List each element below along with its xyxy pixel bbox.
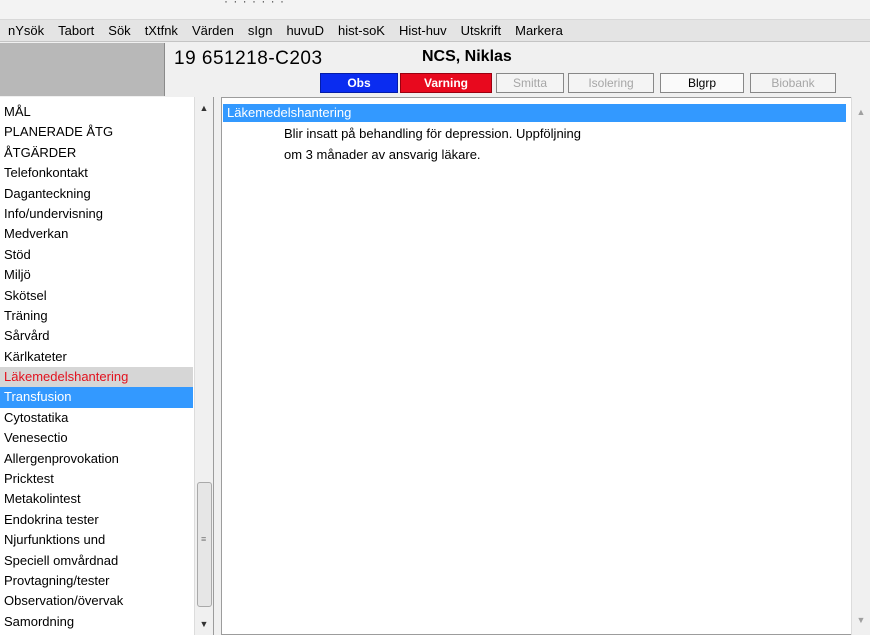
keyword-item-skotsel[interactable]: Skötsel: [0, 286, 193, 306]
keyword-item-karlkateter[interactable]: Kärlkateter: [0, 347, 193, 367]
menu-utskrift[interactable]: Utskrift: [461, 20, 501, 42]
keyword-sidebar: MÅL PLANERADE ÅTG ÅTGÄRDER Telefonkontak…: [0, 97, 214, 635]
journal-content-pane[interactable]: Läkemedelshantering Blir insatt på behan…: [221, 97, 851, 635]
keyword-item-telefonkontakt[interactable]: Telefonkontakt: [0, 163, 193, 183]
patient-id: 19 651218-C203: [174, 48, 323, 69]
keyword-item-samordning[interactable]: Samordning: [0, 612, 193, 632]
menu-sign[interactable]: sIgn: [248, 20, 273, 42]
content-scrollbar[interactable]: ▲ ▼: [851, 97, 870, 635]
scroll-down-arrow-icon[interactable]: ▼: [852, 611, 870, 629]
scroll-up-arrow-icon[interactable]: ▲: [852, 103, 870, 121]
keyword-item-stod[interactable]: Stöd: [0, 245, 193, 265]
keyword-item-metakolintest[interactable]: Metakolintest: [0, 489, 193, 509]
keyword-item-venesectio[interactable]: Venesectio: [0, 428, 193, 448]
menu-markera[interactable]: Markera: [515, 20, 563, 42]
patient-header-left-panel: [0, 43, 165, 96]
obs-button[interactable]: Obs: [320, 73, 398, 93]
menu-tabort[interactable]: Tabort: [58, 20, 94, 42]
keyword-item-traning[interactable]: Träning: [0, 306, 193, 326]
keyword-item-cytostatika[interactable]: Cytostatika: [0, 408, 193, 428]
isolering-button[interactable]: Isolering: [568, 73, 654, 93]
keyword-item-planerade-atg[interactable]: PLANERADE ÅTG: [0, 122, 193, 142]
content-text-line: Blir insatt på behandling för depression…: [284, 126, 582, 141]
sidebar-scrollbar[interactable]: ▲ ≡ ▼: [194, 97, 213, 635]
keyword-item-miljo[interactable]: Miljö: [0, 265, 193, 285]
keyword-item-speciell-omvardnad[interactable]: Speciell omvårdnad: [0, 551, 193, 571]
keyword-item-medverkan[interactable]: Medverkan: [0, 224, 193, 244]
menu-hist-huv[interactable]: Hist-huv: [399, 20, 447, 42]
menu-txtfnk[interactable]: tXtfnk: [145, 20, 178, 42]
sidebar-scroll-thumb[interactable]: ≡: [197, 482, 212, 607]
content-section-header[interactable]: Läkemedelshantering: [223, 104, 846, 122]
scroll-grip-icon: ≡: [201, 534, 207, 544]
keyword-item-allergenprovokation[interactable]: Allergenprovokation: [0, 449, 193, 469]
biobank-button[interactable]: Biobank: [750, 73, 836, 93]
keyword-item-observation-overvak[interactable]: Observation/övervak: [0, 591, 193, 611]
pane-splitter[interactable]: [214, 97, 221, 635]
keyword-item-sarvard[interactable]: Sårvård: [0, 326, 193, 346]
keyword-item-transfusion[interactable]: Transfusion: [0, 387, 193, 408]
menu-varden[interactable]: Värden: [192, 20, 234, 42]
menu-bar: nYsök Tabort Sök tXtfnk Värden sIgn huvu…: [0, 20, 870, 42]
blgrp-button[interactable]: Blgrp: [660, 73, 744, 93]
menu-sok[interactable]: Sök: [108, 20, 130, 42]
smitta-button[interactable]: Smitta: [496, 73, 564, 93]
menu-nysok[interactable]: nYsök: [8, 20, 44, 42]
menu-huvud[interactable]: huvuD: [286, 20, 324, 42]
varning-button[interactable]: Varning: [400, 73, 492, 93]
keyword-item-pricktest[interactable]: Pricktest: [0, 469, 193, 489]
keyword-item-atgarder[interactable]: ÅTGÄRDER: [0, 143, 193, 163]
keyword-item-provtagning-tester[interactable]: Provtagning/tester: [0, 571, 193, 591]
keyword-item-mal[interactable]: MÅL: [0, 102, 193, 122]
title-strip-cut-text: · · · · · · ·: [224, 0, 285, 8]
scroll-down-arrow-icon[interactable]: ▼: [195, 615, 213, 633]
keyword-list: MÅL PLANERADE ÅTG ÅTGÄRDER Telefonkontak…: [0, 102, 193, 632]
keyword-item-info-undervisning[interactable]: Info/undervisning: [0, 204, 193, 224]
patient-name: NCS, Niklas: [422, 48, 512, 65]
keyword-item-daganteckning[interactable]: Daganteckning: [0, 184, 193, 204]
content-text-line: om 3 månader av ansvarig läkare.: [284, 147, 481, 162]
keyword-item-endokrina-tester[interactable]: Endokrina tester: [0, 510, 193, 530]
title-strip: · · · · · · ·: [0, 0, 870, 20]
patient-header: 19 651218-C203 NCS, Niklas Obs Varning S…: [0, 43, 870, 96]
keyword-item-lakemedelshantering[interactable]: Läkemedelshantering: [0, 367, 193, 388]
menu-hist-sok[interactable]: hist-soK: [338, 20, 385, 42]
scroll-up-arrow-icon[interactable]: ▲: [195, 99, 213, 117]
keyword-item-njurfunktions-und[interactable]: Njurfunktions und: [0, 530, 193, 550]
